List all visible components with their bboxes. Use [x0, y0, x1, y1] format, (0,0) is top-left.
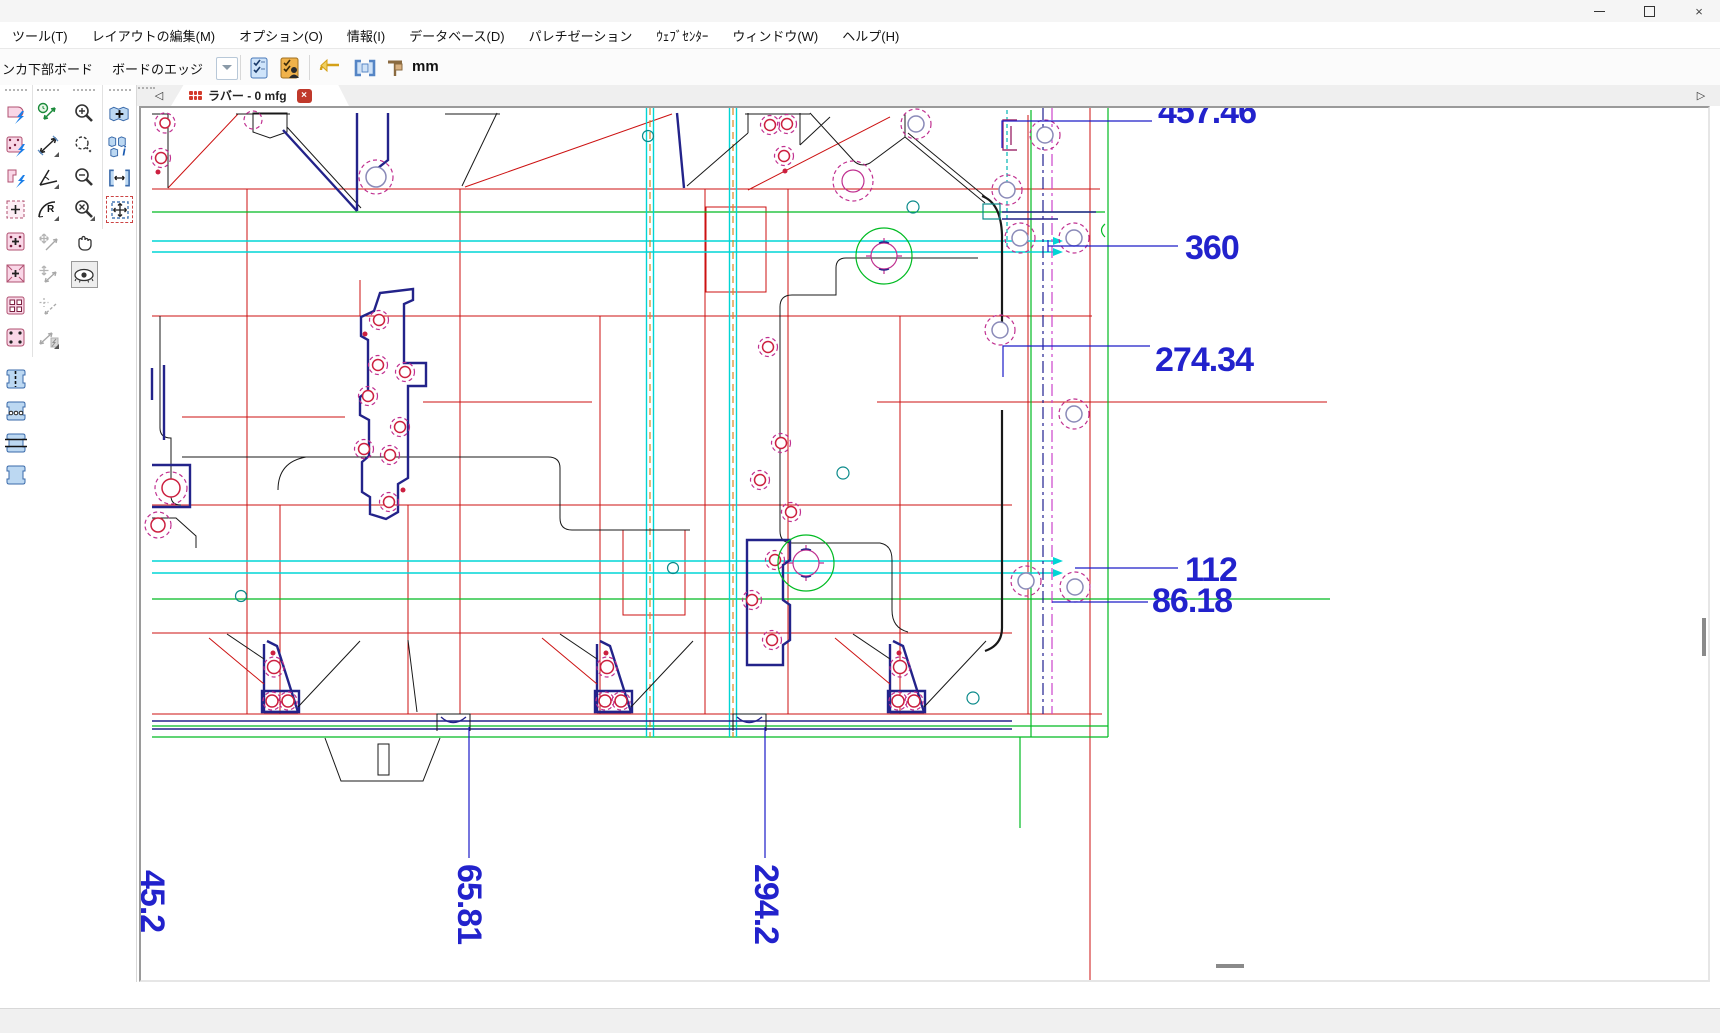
checklist-user-icon[interactable] [277, 55, 303, 81]
cad-canvas[interactable]: 457.46 360 274.34 112 86.18 65.81 294.2 … [139, 106, 1710, 982]
board-vcut-icon[interactable] [4, 366, 29, 391]
horizontal-scrollbar-thumb[interactable] [1216, 964, 1244, 968]
panel-dots-icon [189, 91, 202, 100]
tab-label: ラバー - 0 mfg [208, 87, 287, 104]
measure-radius-icon[interactable]: R [36, 197, 61, 222]
left-tool-panel: R i [0, 85, 137, 982]
panel-x-add-icon[interactable] [4, 261, 29, 286]
move-flash-icon[interactable] [36, 325, 61, 350]
menu-item-help[interactable]: ヘルプ(H) [830, 22, 911, 48]
tab-bar: ◁ ラバー - 0 mfg × ▷ [137, 85, 1720, 106]
dimension-274: 274.34 [1155, 341, 1254, 379]
dimension-65: 65.81 [450, 864, 488, 944]
panel-corner-flash-icon[interactable] [4, 165, 29, 190]
toolbar-grip[interactable] [37, 89, 59, 95]
move-xy-icon[interactable] [36, 229, 61, 254]
zoom-tools-column [68, 85, 100, 295]
menu-item-database[interactable]: データベース(D) [397, 22, 516, 48]
tab-close-icon[interactable]: × [297, 89, 312, 103]
board-add-icon[interactable] [107, 101, 132, 126]
centerlines [1007, 108, 1052, 714]
panel-dots-add-icon[interactable] [4, 229, 29, 254]
panel-grid-icon[interactable] [4, 293, 29, 318]
undo-arrow-icon[interactable] [317, 55, 343, 81]
panel-rails [152, 113, 1096, 731]
pin-icon[interactable] [383, 55, 409, 81]
toolbar-separator [309, 55, 310, 80]
maximize-icon [1644, 6, 1655, 17]
visibility-eye-icon[interactable] [71, 261, 98, 288]
dimension-360: 360 [1185, 229, 1239, 267]
svg-text:i: i [122, 144, 126, 157]
menu-item-options[interactable]: オプション(O) [227, 22, 335, 48]
zoom-in-icon[interactable] [72, 101, 97, 126]
svg-text:R: R [47, 204, 55, 215]
status-bar [0, 1008, 1720, 1033]
zoom-out-icon[interactable] [72, 165, 97, 190]
board-plain-icon[interactable] [4, 462, 29, 487]
move-dash-icon[interactable] [36, 293, 61, 318]
cyan-guides [152, 237, 1063, 577]
board-gap-icon[interactable] [107, 165, 132, 190]
drill-holes [145, 109, 1090, 704]
menu-item-edit-layout[interactable]: レイアウトの編集(M) [80, 22, 228, 48]
board-tools-column: i [102, 85, 136, 229]
measure-angle-icon[interactable] [36, 165, 61, 190]
tab-scroll-left-icon[interactable]: ◁ [151, 87, 167, 104]
clamp-icon[interactable] [352, 55, 378, 81]
menu-item-window[interactable]: ウィンドウ(W) [720, 22, 830, 48]
checklist-blue-icon[interactable] [246, 55, 272, 81]
measure-clock-icon[interactable] [36, 101, 61, 126]
tab-scroll-right-icon[interactable]: ▷ [1693, 87, 1709, 104]
maximize-button[interactable] [1630, 0, 1668, 22]
vertical-scrollbar-thumb[interactable] [1702, 618, 1706, 656]
menu-item-webcenter[interactable]: ｳｪﾌﾞｾﾝﾀｰ [644, 22, 720, 48]
unit-label: mm [412, 58, 439, 75]
pan-hand-icon[interactable] [72, 229, 97, 254]
dimension-86: 86.18 [1152, 582, 1232, 620]
measure-distance-icon[interactable] [36, 133, 61, 158]
red-guides [152, 108, 1327, 980]
zoom-fit-icon[interactable] [72, 197, 97, 222]
panel-divider [136, 85, 137, 982]
panel-dots-flash-icon[interactable] [4, 133, 29, 158]
cad-drawing[interactable]: 457.46 360 274.34 112 86.18 65.81 294.2 … [141, 108, 1708, 980]
dimension-457: 457.46 [1158, 108, 1256, 131]
panel-corner-dots-icon[interactable] [4, 325, 29, 350]
selection-move-icon[interactable] [107, 197, 132, 222]
dimension-annotations: 457.46 360 274.34 112 86.18 65.81 294.2 … [141, 108, 1256, 944]
toolbar-grip[interactable] [5, 89, 27, 95]
toolbar-grip[interactable] [109, 89, 131, 95]
close-button[interactable]: × [1680, 0, 1718, 22]
panel-flash-icon[interactable] [4, 101, 29, 126]
board-holes-icon[interactable] [4, 398, 29, 423]
dashed-panel-add-icon[interactable] [4, 197, 29, 222]
measure-tools-column: R [32, 85, 63, 357]
toolbar-separator [240, 55, 241, 80]
panel-tools-column [2, 85, 30, 494]
close-icon: × [1695, 4, 1703, 19]
edge-selector-label: ボードのエッジ [112, 59, 203, 78]
menu-item-tools[interactable]: ツール(T) [0, 22, 80, 48]
chevron-down-icon [222, 65, 232, 70]
tab-rubber-0mfg[interactable]: ラバー - 0 mfg × [171, 85, 349, 106]
toolbar-grip[interactable] [73, 89, 95, 95]
minimize-icon [1594, 11, 1605, 12]
zoom-window-icon[interactable] [72, 133, 97, 158]
menu-item-info[interactable]: 情報(I) [335, 22, 397, 48]
main-toolbar: ンカ下部ボード ボードのエッジ mm [0, 49, 1720, 86]
layer-combobox[interactable] [216, 57, 238, 80]
boards-info-icon[interactable]: i [107, 133, 132, 158]
dimension-294: 294.2 [747, 864, 785, 944]
move-diag-icon[interactable] [36, 261, 61, 286]
menu-item-palletization[interactable]: パレチゼーション [517, 22, 645, 48]
board-selector-label: ンカ下部ボード [2, 59, 93, 78]
minimize-button[interactable] [1580, 0, 1618, 22]
dimension-left-partial: 45.2 [141, 870, 171, 932]
title-bar: × [0, 0, 1720, 22]
board-strike-icon[interactable] [4, 430, 29, 455]
menu-bar: ツール(T) レイアウトの編集(M) オプション(O) 情報(I) データベース… [0, 22, 1720, 49]
